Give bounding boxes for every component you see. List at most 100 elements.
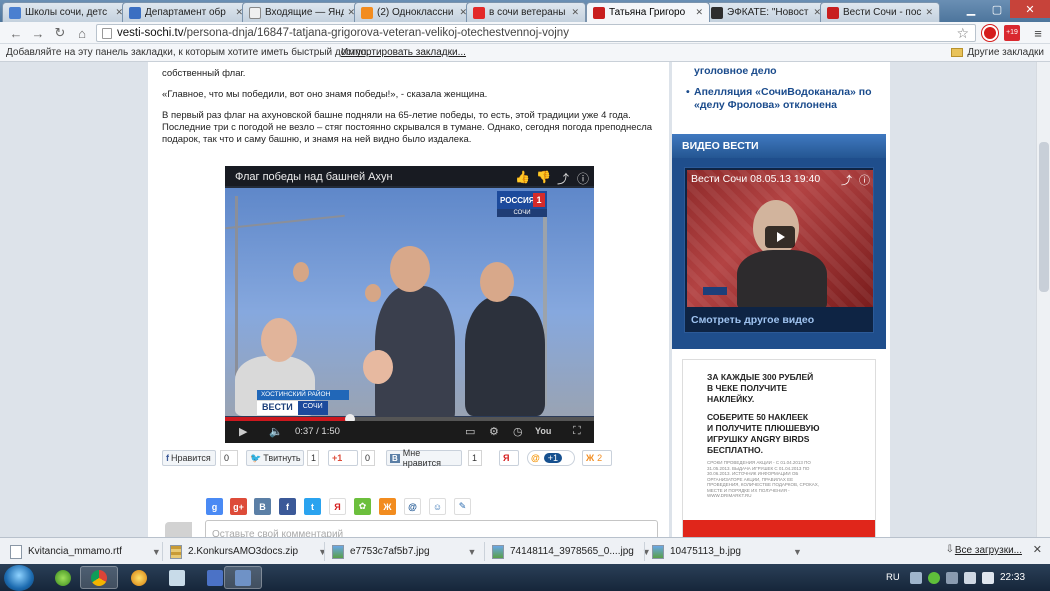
news-link[interactable]: уголовное дело xyxy=(694,65,777,78)
bookmark-star-icon[interactable]: ☆ xyxy=(956,25,969,42)
language-indicator[interactable]: RU xyxy=(886,572,900,583)
chevron-down-icon[interactable]: ▼ xyxy=(318,547,327,557)
taskbar-app-chrome[interactable] xyxy=(80,566,118,589)
bookmark-share-icon[interactable]: ✎ xyxy=(454,498,471,515)
fullscreen-icon[interactable]: ⛶ xyxy=(573,425,581,438)
sidebar: уголовное дело • Апелляция «СочиВодоканал… xyxy=(672,62,890,537)
play-icon[interactable]: ▶ xyxy=(239,425,247,438)
taskbar-app[interactable] xyxy=(120,566,158,589)
tweet-button[interactable]: 🐦 Твитнуть xyxy=(246,450,304,466)
close-shelf-icon[interactable]: ✕ xyxy=(1033,543,1042,556)
opera-extension-icon[interactable] xyxy=(982,25,998,41)
chevron-down-icon[interactable]: ▼ xyxy=(152,547,161,557)
yandex-share-icon[interactable]: Я xyxy=(329,498,346,515)
panel-heading: ВИДЕО ВЕСТИ xyxy=(672,134,886,158)
video-vesti-panel: ВИДЕО ВЕСТИ Вести Сочи 08.05.13 19:40 ⤴ … xyxy=(672,134,886,349)
advertisement-banner[interactable]: ЗА КАЖДЫЕ 300 РУБЛЕЙ В ЧЕКЕ ПОЛУЧИТЕ НАК… xyxy=(682,359,876,537)
download-item[interactable]: 10475113_b.jpg ▼ xyxy=(652,542,802,561)
featured-video-title[interactable]: Вести Сочи 08.05.13 19:40 xyxy=(691,173,820,185)
extension-badge-icon[interactable]: +19 xyxy=(1004,25,1020,41)
share-icon[interactable]: ⤴ xyxy=(557,170,569,187)
mailru-button[interactable]: @ +1 xyxy=(527,450,575,466)
captions-icon[interactable]: ▭ xyxy=(465,425,475,438)
mail-share-icon[interactable]: @ xyxy=(404,498,421,515)
menu-icon[interactable]: ≡ xyxy=(1030,25,1046,41)
odnoklassniki-share-icon[interactable]: Ж xyxy=(379,498,396,515)
info-icon[interactable]: ⓘ xyxy=(577,170,589,187)
news-link[interactable]: • Апелляция «СочиВодоканала» по «делу Фрол… xyxy=(686,86,872,111)
article-paragraph: подарок, так что и саму башню, и знамя н… xyxy=(162,134,472,145)
odnoklassniki-button[interactable]: Ж2 xyxy=(582,450,612,466)
page-scrollbar[interactable] xyxy=(1036,62,1050,537)
ad-text: СОБЕРИТЕ 50 НАКЛЕЕК xyxy=(707,412,809,422)
article-column: собственный флаг. «Главное, что мы побед… xyxy=(148,62,669,537)
like-icon[interactable]: 👍 xyxy=(515,170,530,184)
tray-app-icon[interactable] xyxy=(946,572,958,584)
all-downloads-link[interactable]: Все загрузки... xyxy=(955,545,1022,556)
taskbar-app[interactable] xyxy=(224,566,262,589)
more-videos-link[interactable]: Смотреть другое видео xyxy=(691,314,814,326)
video-thumbnail[interactable] xyxy=(687,170,873,307)
address-bar[interactable]: vesti-sochi.tv/persona-dnja/16847-tatjan… xyxy=(96,24,976,42)
home-icon[interactable]: ⌂ xyxy=(74,25,90,41)
reload-icon[interactable]: ↻ xyxy=(52,25,68,41)
close-tab-icon[interactable]: ✕ xyxy=(925,7,933,18)
back-arrow-icon[interactable]: ← xyxy=(8,25,24,41)
tab-8[interactable]: Вести Сочи - пос ✕ xyxy=(820,2,940,22)
tab-1[interactable]: Школы сочи, детс ✕ xyxy=(2,2,130,22)
featured-video[interactable]: Вести Сочи 08.05.13 19:40 ⤴ ⓘ Смотреть д… xyxy=(684,167,874,333)
import-bookmarks-link[interactable]: Импортировать закладки... xyxy=(341,47,466,58)
download-item[interactable]: 2.KonkursAMO3docs.zip ▼ xyxy=(170,542,327,561)
close-tab-icon[interactable]: ✕ xyxy=(695,7,703,18)
google-plus-button[interactable]: +1 xyxy=(328,450,358,466)
other-bookmarks[interactable]: Другие закладки xyxy=(951,47,1044,58)
info-icon[interactable]: ⓘ xyxy=(859,172,870,188)
tab-4[interactable]: (2) Одноклассни ✕ xyxy=(354,2,474,22)
video-title[interactable]: Флаг победы над башней Ахун xyxy=(235,171,393,183)
download-item[interactable]: 74148114_3978565_0....jpg ▼ xyxy=(492,542,651,561)
tray-arrow-icon[interactable] xyxy=(910,572,922,584)
close-window-icon[interactable]: ✕ xyxy=(1010,0,1050,18)
tray-app-icon[interactable] xyxy=(928,572,940,584)
tab-5[interactable]: в сочи ветераны ✕ xyxy=(466,2,586,22)
facebook-like-button[interactable]: f Нравится xyxy=(162,450,216,466)
minimize-icon[interactable]: ▁ xyxy=(958,0,984,18)
volume-icon[interactable] xyxy=(982,572,994,584)
forward-arrow-icon[interactable]: → xyxy=(30,25,46,41)
tab-2[interactable]: Департамент обр ✕ xyxy=(122,2,250,22)
vkontakte-share-icon[interactable]: В xyxy=(254,498,271,515)
taskbar-app[interactable] xyxy=(158,566,196,589)
facebook-share-icon[interactable]: f xyxy=(279,498,296,515)
google-share-icon[interactable]: g xyxy=(206,498,223,515)
twitter-share-icon[interactable]: t xyxy=(304,498,321,515)
tab-7[interactable]: ЭФКАТЕ: "Новост ✕ xyxy=(704,2,828,22)
taskbar-app[interactable] xyxy=(44,566,82,589)
tab-6-active[interactable]: Татьяна Григоро ✕ xyxy=(586,2,710,22)
chevron-down-icon[interactable]: ▼ xyxy=(793,547,802,557)
start-button-icon[interactable] xyxy=(4,565,34,591)
scrollbar-thumb[interactable] xyxy=(1039,142,1049,292)
watch-later-icon[interactable]: ◷ xyxy=(513,425,523,438)
close-tab-icon[interactable]: ✕ xyxy=(571,7,579,18)
chevron-down-icon[interactable]: ▼ xyxy=(468,547,477,557)
comment-input[interactable]: Оставьте свой комментарий xyxy=(205,520,658,537)
clock[interactable]: 22:33 xyxy=(1000,572,1025,583)
maximize-icon[interactable]: ▢ xyxy=(984,0,1010,18)
document-file-icon xyxy=(10,544,22,559)
vk-like-button[interactable]: В Мне нравится xyxy=(386,448,462,468)
livejournal-share-icon[interactable]: ☺ xyxy=(429,498,446,515)
video-player[interactable]: Флаг победы над башней Ахун 👍 👎 ⤴ ⓘ РОСС… xyxy=(225,166,594,443)
download-item[interactable]: Kvitancia_mmamo.rtf ▼ xyxy=(10,542,161,561)
moi-mir-share-icon[interactable]: ✿ xyxy=(354,498,371,515)
volume-icon[interactable]: 🔈 xyxy=(269,425,283,438)
download-item[interactable]: e7753c7af5b7.jpg ▼ xyxy=(332,542,476,561)
tab-3[interactable]: Входящие — Янд ✕ xyxy=(242,2,362,22)
dislike-icon[interactable]: 👎 xyxy=(536,170,551,184)
yandex-button[interactable]: Я xyxy=(499,450,519,466)
play-icon[interactable] xyxy=(765,226,795,248)
settings-gear-icon[interactable]: ⚙ xyxy=(489,425,499,438)
network-icon[interactable] xyxy=(964,572,976,584)
youtube-logo-icon[interactable]: You xyxy=(535,426,551,436)
google-plus-share-icon[interactable]: g+ xyxy=(230,498,247,515)
share-icon[interactable]: ⤴ xyxy=(841,172,852,188)
